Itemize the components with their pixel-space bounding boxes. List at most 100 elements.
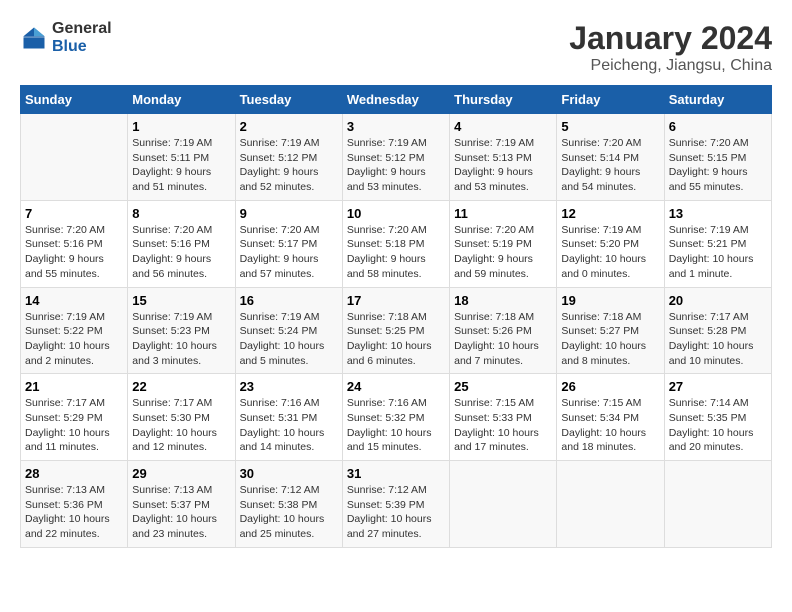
logo-text: General Blue (52, 20, 112, 55)
day-info: Sunrise: 7:20 AMSunset: 5:16 PMDaylight:… (132, 223, 230, 282)
day-number: 6 (669, 119, 767, 134)
day-info: Sunrise: 7:17 AMSunset: 5:29 PMDaylight:… (25, 396, 123, 455)
logo: General Blue (20, 20, 112, 55)
day-info: Sunrise: 7:18 AMSunset: 5:25 PMDaylight:… (347, 310, 445, 369)
calendar-cell: 29Sunrise: 7:13 AMSunset: 5:37 PMDayligh… (128, 461, 235, 548)
day-number: 20 (669, 293, 767, 308)
calendar-cell: 2 Sunrise: 7:19 AMSunset: 5:12 PMDaylight… (235, 114, 342, 201)
calendar-cell: 23 Sunrise: 7:16 AMSunset: 5:31 PMDayligh… (235, 374, 342, 461)
day-number: 11 (454, 206, 552, 221)
day-info: Sunrise: 7:15 AMSunset: 5:33 PMDaylight:… (454, 396, 552, 455)
calendar-cell: 1Sunrise: 7:19 AMSunset: 5:11 PMDaylight… (128, 114, 235, 201)
day-info: Sunrise: 7:12 AMSunset: 5:38 PMDaylight:… (240, 483, 338, 542)
calendar-cell: 3 Sunrise: 7:19 AMSunset: 5:12 PMDaylight… (342, 114, 449, 201)
calendar-title: January 2024 (569, 20, 772, 57)
calendar-cell: 22 Sunrise: 7:17 AMSunset: 5:30 PMDayligh… (128, 374, 235, 461)
calendar-cell: 12 Sunrise: 7:19 AMSunset: 5:20 PMDayligh… (557, 200, 664, 287)
day-number: 26 (561, 379, 659, 394)
day-number: 27 (669, 379, 767, 394)
calendar-cell: 10 Sunrise: 7:20 AMSunset: 5:18 PMDayligh… (342, 200, 449, 287)
calendar-cell: 31Sunrise: 7:12 AMSunset: 5:39 PMDayligh… (342, 461, 449, 548)
logo-icon (20, 24, 48, 52)
day-info: Sunrise: 7:20 AMSunset: 5:16 PMDaylight:… (25, 223, 123, 282)
day-info: Sunrise: 7:20 AMSunset: 5:17 PMDaylight:… (240, 223, 338, 282)
day-number: 12 (561, 206, 659, 221)
header-monday: Monday (128, 86, 235, 114)
calendar-cell: 24Sunrise: 7:16 AMSunset: 5:32 PMDayligh… (342, 374, 449, 461)
day-info: Sunrise: 7:19 AMSunset: 5:12 PMDaylight:… (347, 136, 445, 195)
calendar-cell: 17 Sunrise: 7:18 AMSunset: 5:25 PMDayligh… (342, 287, 449, 374)
day-info: Sunrise: 7:12 AMSunset: 5:39 PMDaylight:… (347, 483, 445, 542)
day-info: Sunrise: 7:17 AMSunset: 5:28 PMDaylight:… (669, 310, 767, 369)
day-info: Sunrise: 7:18 AMSunset: 5:27 PMDaylight:… (561, 310, 659, 369)
day-info: Sunrise: 7:17 AMSunset: 5:30 PMDaylight:… (132, 396, 230, 455)
week-row-5: 28 Sunrise: 7:13 AMSunset: 5:36 PMDayligh… (21, 461, 772, 548)
day-info: Sunrise: 7:14 AMSunset: 5:35 PMDaylight:… (669, 396, 767, 455)
calendar-cell: 16 Sunrise: 7:19 AMSunset: 5:24 PMDayligh… (235, 287, 342, 374)
day-number: 5 (561, 119, 659, 134)
day-info: Sunrise: 7:19 AMSunset: 5:11 PMDaylight:… (132, 136, 230, 195)
header-row: SundayMondayTuesdayWednesdayThursdayFrid… (21, 86, 772, 114)
day-number: 22 (132, 379, 230, 394)
calendar-cell: 18Sunrise: 7:18 AMSunset: 5:26 PMDayligh… (450, 287, 557, 374)
header-wednesday: Wednesday (342, 86, 449, 114)
calendar-cell (21, 114, 128, 201)
day-number: 25 (454, 379, 552, 394)
calendar-table: SundayMondayTuesdayWednesdayThursdayFrid… (20, 85, 772, 548)
day-info: Sunrise: 7:19 AMSunset: 5:12 PMDaylight:… (240, 136, 338, 195)
day-number: 23 (240, 379, 338, 394)
day-info: Sunrise: 7:19 AMSunset: 5:22 PMDaylight:… (25, 310, 123, 369)
day-number: 16 (240, 293, 338, 308)
day-info: Sunrise: 7:20 AMSunset: 5:18 PMDaylight:… (347, 223, 445, 282)
week-row-2: 7 Sunrise: 7:20 AMSunset: 5:16 PMDaylight… (21, 200, 772, 287)
day-number: 7 (25, 206, 123, 221)
day-number: 9 (240, 206, 338, 221)
day-number: 10 (347, 206, 445, 221)
day-info: Sunrise: 7:16 AMSunset: 5:31 PMDaylight:… (240, 396, 338, 455)
calendar-cell: 8 Sunrise: 7:20 AMSunset: 5:16 PMDaylight… (128, 200, 235, 287)
day-number: 21 (25, 379, 123, 394)
header: General Blue January 2024 Peicheng, Jian… (20, 20, 772, 75)
title-area: January 2024 Peicheng, Jiangsu, China (569, 20, 772, 75)
day-info: Sunrise: 7:16 AMSunset: 5:32 PMDaylight:… (347, 396, 445, 455)
day-number: 4 (454, 119, 552, 134)
calendar-cell: 6 Sunrise: 7:20 AMSunset: 5:15 PMDaylight… (664, 114, 771, 201)
logo-blue: Blue (52, 38, 112, 56)
header-tuesday: Tuesday (235, 86, 342, 114)
calendar-cell: 5Sunrise: 7:20 AMSunset: 5:14 PMDaylight… (557, 114, 664, 201)
day-info: Sunrise: 7:20 AMSunset: 5:15 PMDaylight:… (669, 136, 767, 195)
calendar-cell (664, 461, 771, 548)
calendar-cell: 27 Sunrise: 7:14 AMSunset: 5:35 PMDayligh… (664, 374, 771, 461)
calendar-cell: 15 Sunrise: 7:19 AMSunset: 5:23 PMDayligh… (128, 287, 235, 374)
calendar-cell: 30 Sunrise: 7:12 AMSunset: 5:38 PMDayligh… (235, 461, 342, 548)
day-number: 19 (561, 293, 659, 308)
day-number: 30 (240, 466, 338, 481)
calendar-cell: 7 Sunrise: 7:20 AMSunset: 5:16 PMDaylight… (21, 200, 128, 287)
calendar-cell: 20 Sunrise: 7:17 AMSunset: 5:28 PMDayligh… (664, 287, 771, 374)
header-saturday: Saturday (664, 86, 771, 114)
day-info: Sunrise: 7:18 AMSunset: 5:26 PMDaylight:… (454, 310, 552, 369)
day-info: Sunrise: 7:19 AMSunset: 5:24 PMDaylight:… (240, 310, 338, 369)
day-number: 13 (669, 206, 767, 221)
day-number: 15 (132, 293, 230, 308)
day-number: 2 (240, 119, 338, 134)
calendar-cell: 4Sunrise: 7:19 AMSunset: 5:13 PMDaylight… (450, 114, 557, 201)
day-number: 28 (25, 466, 123, 481)
calendar-cell: 11Sunrise: 7:20 AMSunset: 5:19 PMDayligh… (450, 200, 557, 287)
calendar-cell: 19 Sunrise: 7:18 AMSunset: 5:27 PMDayligh… (557, 287, 664, 374)
week-row-1: 1Sunrise: 7:19 AMSunset: 5:11 PMDaylight… (21, 114, 772, 201)
calendar-subtitle: Peicheng, Jiangsu, China (569, 57, 772, 75)
day-info: Sunrise: 7:13 AMSunset: 5:36 PMDaylight:… (25, 483, 123, 542)
week-row-3: 14Sunrise: 7:19 AMSunset: 5:22 PMDayligh… (21, 287, 772, 374)
day-number: 29 (132, 466, 230, 481)
calendar-cell: 26Sunrise: 7:15 AMSunset: 5:34 PMDayligh… (557, 374, 664, 461)
day-number: 17 (347, 293, 445, 308)
calendar-cell (450, 461, 557, 548)
calendar-cell: 14Sunrise: 7:19 AMSunset: 5:22 PMDayligh… (21, 287, 128, 374)
day-info: Sunrise: 7:19 AMSunset: 5:20 PMDaylight:… (561, 223, 659, 282)
day-number: 3 (347, 119, 445, 134)
day-info: Sunrise: 7:19 AMSunset: 5:21 PMDaylight:… (669, 223, 767, 282)
day-info: Sunrise: 7:19 AMSunset: 5:23 PMDaylight:… (132, 310, 230, 369)
day-number: 8 (132, 206, 230, 221)
header-friday: Friday (557, 86, 664, 114)
